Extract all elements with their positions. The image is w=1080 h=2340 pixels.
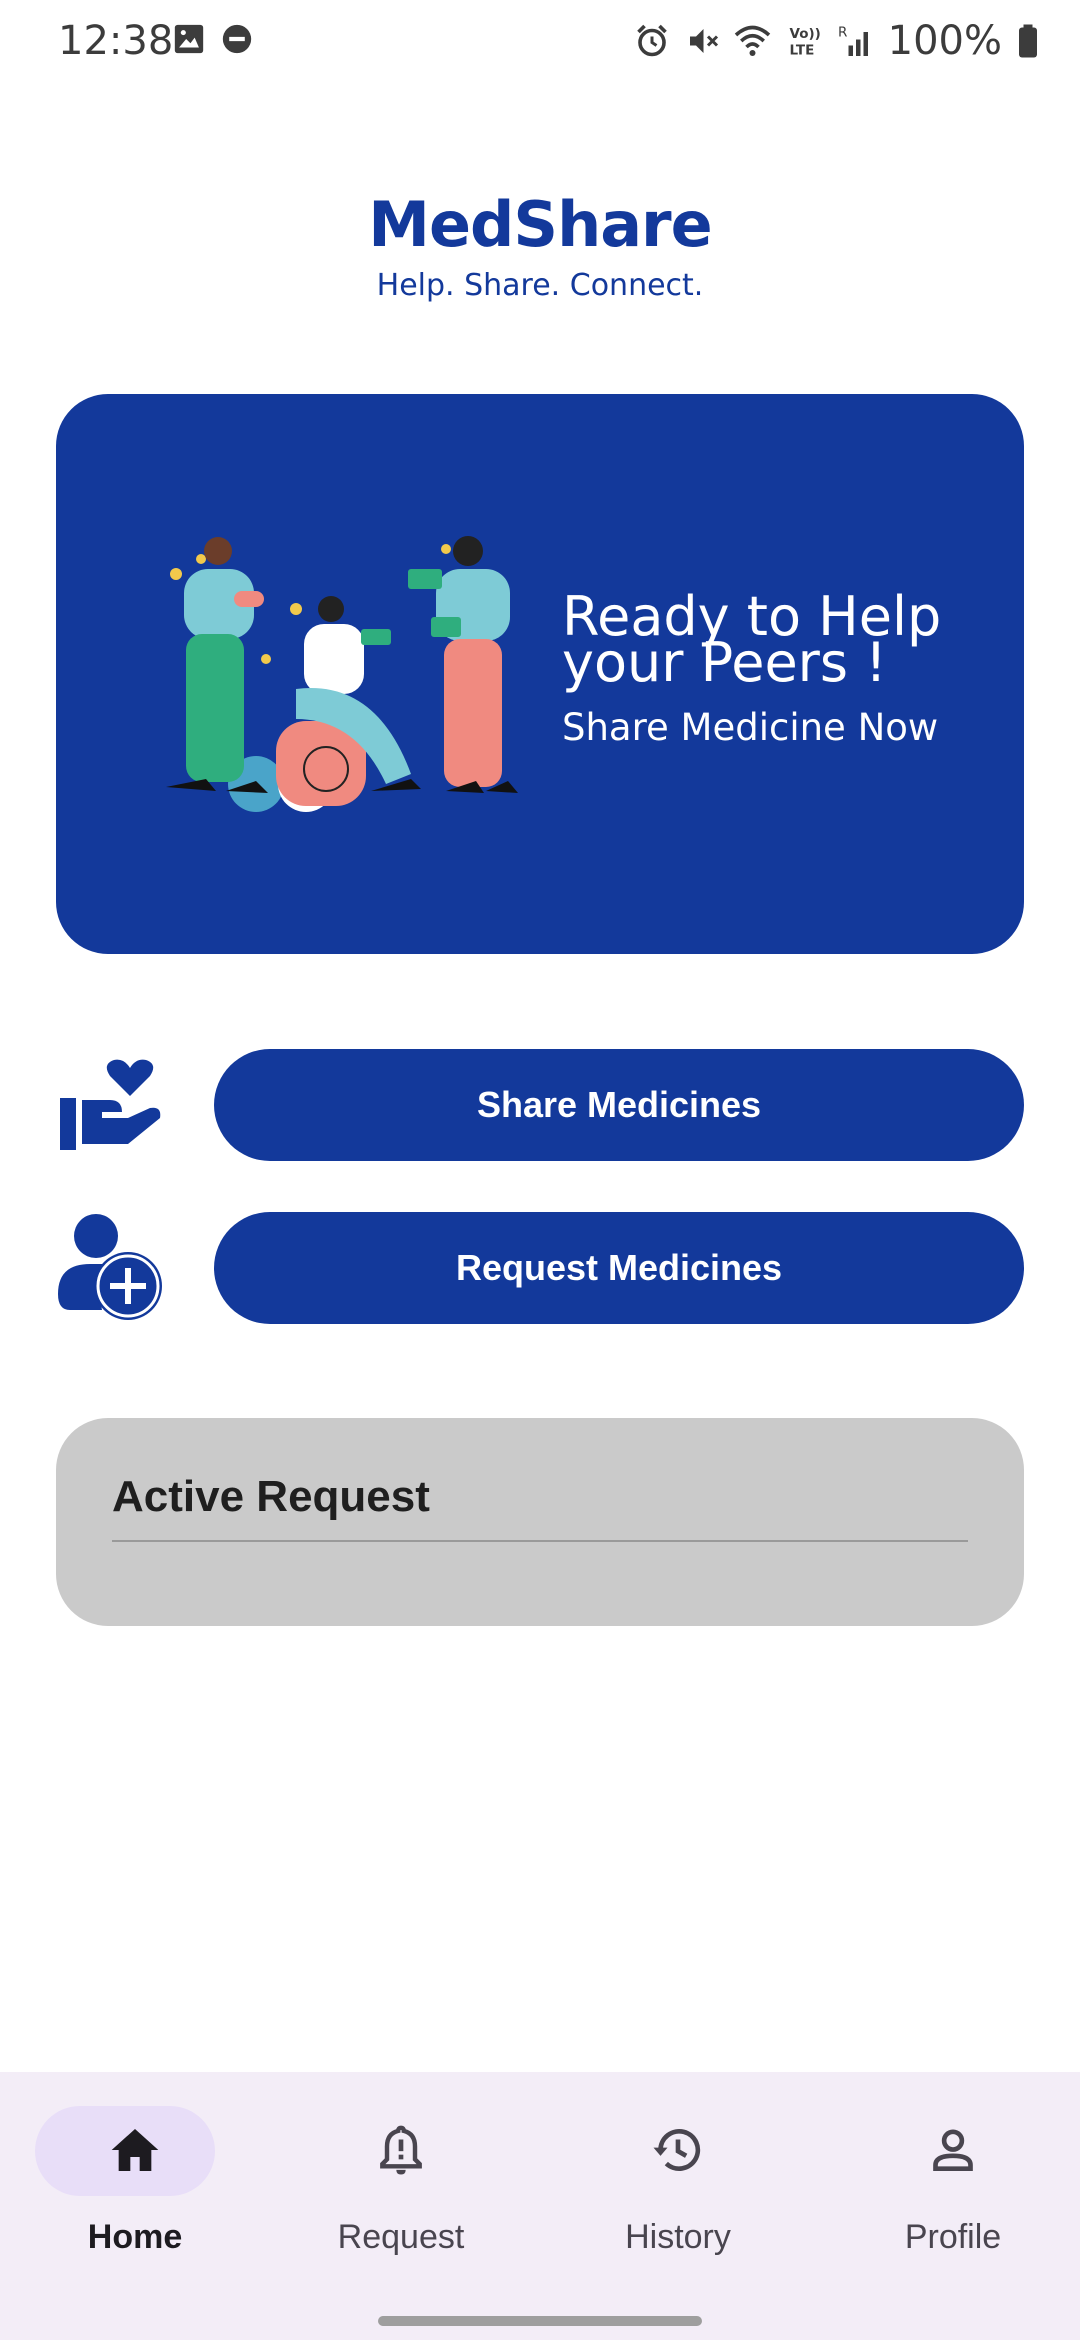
battery-icon (1019, 24, 1037, 58)
history-icon (653, 2129, 701, 2171)
home-icon (111, 2129, 159, 2171)
active-request-title: Active Request (112, 1472, 430, 1521)
bell-alert-icon (380, 2125, 422, 2175)
nav-label-history: History (625, 2218, 731, 2256)
share-medicines-button[interactable]: Share Medicines (214, 1049, 1024, 1161)
volte-icon: Vo)) LTE (789, 26, 820, 59)
nav-item-home[interactable]: Home (0, 2106, 270, 2276)
hand-heart-icon (60, 1059, 161, 1150)
dnd-icon (222, 24, 252, 54)
home-gesture-bar[interactable] (378, 2316, 702, 2326)
status-time: 12:38 (58, 18, 174, 64)
svg-text:R: R (838, 25, 847, 41)
nav-item-request[interactable]: Request (266, 2106, 536, 2276)
svg-text:LTE: LTE (789, 43, 814, 59)
nav-item-profile[interactable]: Profile (818, 2106, 1080, 2276)
person-icon (933, 2129, 973, 2171)
wifi-icon (734, 25, 770, 56)
hero-banner: Ready to Help your Peers ! Share Medicin… (56, 394, 1024, 954)
request-medicines-button[interactable]: Request Medicines (214, 1212, 1024, 1324)
nav-label-profile: Profile (904, 2218, 1002, 2256)
user-plus-icon (58, 1214, 162, 1320)
active-request-card: Active Request (56, 1418, 1024, 1626)
hero-subheading: Share Medicine Now (562, 706, 939, 749)
alarm-icon (636, 24, 667, 57)
status-bar: 12:38 Vo)) LTE R 100% (0, 0, 1080, 90)
active-request-divider (112, 1540, 968, 1542)
hero-heading: Ready to Help your Peers ! (562, 585, 942, 694)
image-icon (174, 24, 204, 54)
mute-icon (689, 29, 718, 53)
svg-text:Vo)): Vo)) (789, 26, 820, 42)
people-sharing-illustration (166, 536, 518, 812)
signal-icon: R (838, 25, 868, 56)
bottom-navigation: Home Request History Profile (0, 2072, 1080, 2340)
status-indicators: Vo)) LTE R 100% (634, 18, 1040, 64)
nav-label-home: Home (87, 2218, 183, 2256)
battery-percent: 100% (887, 18, 1002, 64)
app-logo-title: MedShare (368, 188, 712, 261)
app-tagline: Help. Share. Connect. (376, 268, 704, 303)
nav-item-history[interactable]: History (543, 2106, 813, 2276)
nav-label-request: Request (337, 2218, 465, 2256)
